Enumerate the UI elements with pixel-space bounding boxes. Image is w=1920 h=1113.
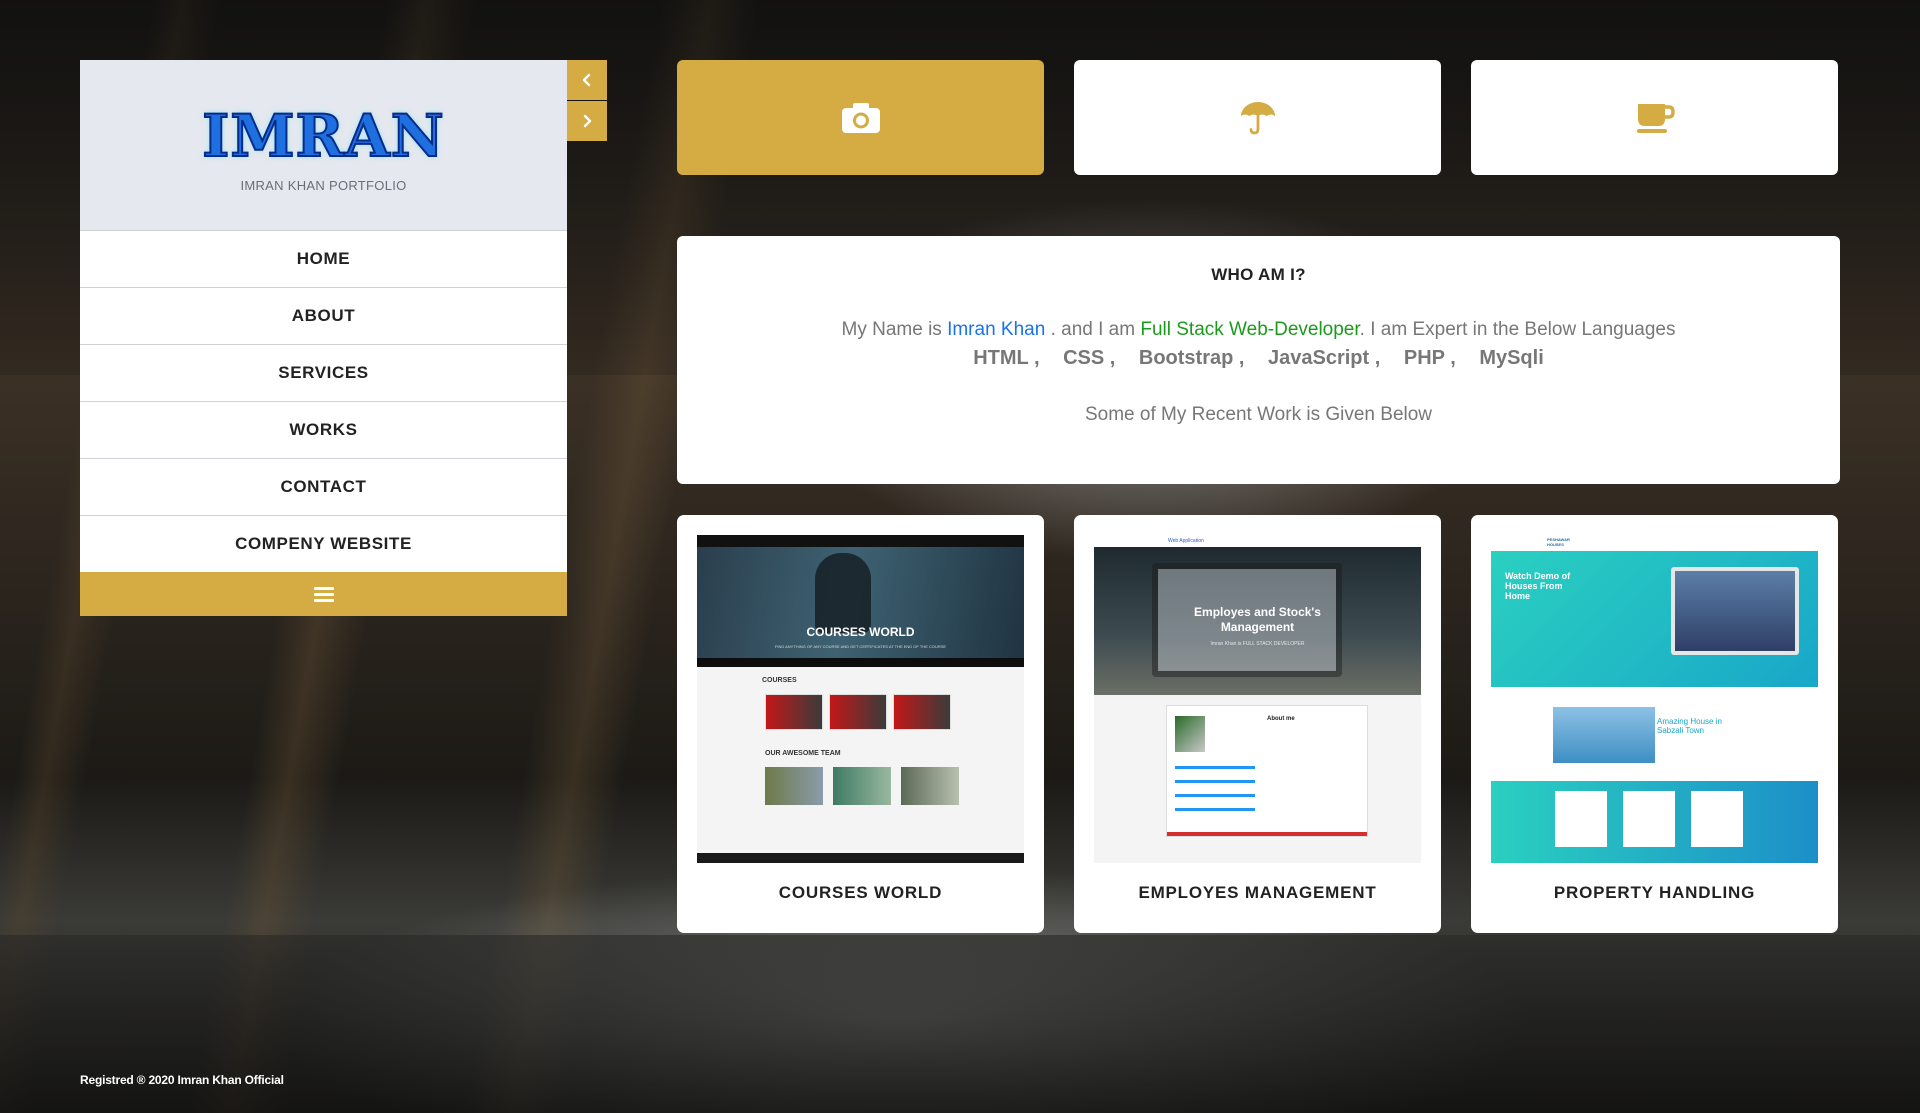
shot-about-photo	[1175, 716, 1205, 752]
chevron-left-icon	[582, 73, 591, 87]
logo[interactable]: IMRAN	[201, 101, 445, 171]
shot-hero: Employes and Stock's Management Imran Kh…	[1094, 547, 1421, 695]
shot-hero: COURSES WORLD FIND ANYTHING OF ANY COURS…	[697, 547, 1024, 667]
shot-section: Amazing House in Sabzali Town	[1491, 687, 1818, 783]
shot-hero-strip	[697, 658, 1024, 667]
shot-hero-caption: FIND ANYTHING OF ANY COURSE AND GET CERT…	[774, 644, 947, 649]
language-mysqli: MySqli	[1479, 347, 1544, 369]
work-screenshot-property-handling: PESHAWAR HOUSES Watch Demo of Houses Fro…	[1491, 535, 1818, 863]
shot-price-card	[1555, 791, 1607, 847]
intro-mid: . and I am	[1045, 319, 1141, 340]
work-screenshot-employes-management: Web Application Employes and Stock's Man…	[1094, 535, 1421, 863]
shot-footer-band	[1491, 781, 1818, 863]
author-role: Full Stack Web-Developer	[1140, 319, 1360, 340]
shot-course-thumbs	[765, 694, 1024, 730]
shot-progress-bar	[1175, 780, 1255, 783]
work-screenshot-courses-world: COURSES WORLD FIND ANYTHING OF ANY COURS…	[697, 535, 1024, 863]
intro-suffix: . I am Expert in the Below Languages	[1359, 319, 1676, 340]
nav-item-about[interactable]: ABOUT	[80, 287, 567, 344]
shot-footer-strip	[1167, 832, 1367, 836]
shot-course-thumb	[893, 694, 951, 730]
shot-about-title: About me	[1267, 716, 1295, 722]
language-php: PHP ,	[1403, 347, 1456, 369]
recent-work-text: Some of My Recent Work is Given Below	[1084, 404, 1433, 425]
menu-toggle-button[interactable]	[80, 572, 567, 616]
work-card-label: COURSES WORLD	[778, 883, 943, 902]
shot-section-image	[1553, 707, 1655, 763]
work-card-employes-management[interactable]: Web Application Employes and Stock's Man…	[1074, 515, 1441, 933]
nav-item-contact[interactable]: CONTACT	[80, 458, 567, 515]
language-javascript: JavaScript ,	[1268, 347, 1381, 369]
camera-icon	[841, 102, 880, 133]
about-intro: My Name is Imran Khan . and I am Full St…	[677, 319, 1840, 341]
shot-section-courses: COURSES	[762, 677, 797, 684]
shot-hero-house-image	[1671, 567, 1799, 655]
shot-section-title: Amazing House in Sabzali Town	[1657, 717, 1722, 735]
shot-team-thumb	[765, 767, 823, 805]
work-card-label: PROPERTY HANDLING	[1553, 883, 1756, 902]
sidebar: IMRAN IMRAN KHAN PORTFOLIO HOME ABOUT SE…	[80, 60, 567, 616]
language-list: HTML , CSS , Bootstrap , JavaScript , PH…	[677, 347, 1840, 370]
language-css: CSS ,	[1063, 347, 1116, 369]
shot-nav-title: Web Application	[1094, 535, 1421, 547]
intro-prefix: My Name is	[841, 319, 948, 340]
nav-item-services[interactable]: SERVICES	[80, 344, 567, 401]
shot-logo: PESHAWAR HOUSES	[1491, 535, 1570, 551]
shot-hero-caption: Imran Khan is FULL STACK DEVELOPER	[1210, 641, 1305, 647]
sidebar-next-button[interactable]	[567, 101, 607, 141]
shot-price-card	[1623, 791, 1675, 847]
shot-team-thumbs	[765, 767, 1024, 805]
brand-subtitle: IMRAN KHAN PORTFOLIO	[240, 177, 407, 193]
shot-footer	[697, 853, 1024, 863]
about-title: WHO AM I?	[1211, 265, 1306, 284]
tile-camera[interactable]	[677, 60, 1044, 175]
shot-about-box: About me	[1166, 705, 1368, 837]
tile-coffee[interactable]	[1471, 60, 1838, 175]
brand-header: IMRAN IMRAN KHAN PORTFOLIO	[80, 60, 567, 230]
shot-course-thumb	[765, 694, 823, 730]
footer-copyright: Registred ® 2020 Imran Khan Official	[80, 1073, 284, 1087]
shot-hero-figure	[815, 553, 871, 633]
background-band-bottom	[0, 935, 1920, 1113]
language-html: HTML ,	[973, 347, 1040, 369]
shot-course-thumb	[829, 694, 887, 730]
tile-umbrella[interactable]	[1074, 60, 1441, 175]
nav-item-works[interactable]: WORKS	[80, 401, 567, 458]
umbrella-icon	[1240, 101, 1275, 134]
shot-progress-bar	[1175, 794, 1255, 797]
nav-item-home[interactable]: HOME	[80, 230, 567, 287]
language-bootstrap: Bootstrap ,	[1138, 347, 1245, 369]
coffee-cup-icon	[1636, 103, 1675, 133]
shot-hero-title: Employes and Stock's Management	[1194, 605, 1321, 634]
main-nav: HOME ABOUT SERVICES WORKS CONTACT COMPEN…	[80, 230, 567, 572]
author-name: Imran Khan	[947, 319, 1046, 340]
shot-price-card	[1691, 791, 1743, 847]
work-card-label: EMPLOYES MANAGEMENT	[1138, 883, 1377, 902]
shot-team-thumb	[833, 767, 891, 805]
chevron-right-icon	[583, 114, 592, 128]
shot-hero: Watch Demo of Houses From Home	[1491, 551, 1818, 687]
work-card-property-handling[interactable]: PESHAWAR HOUSES Watch Demo of Houses Fro…	[1471, 515, 1838, 933]
about-panel: WHO AM I? My Name is Imran Khan . and I …	[677, 236, 1840, 484]
shot-topbar	[697, 535, 1024, 547]
shot-progress-bar	[1175, 808, 1255, 811]
shot-section-team: OUR AWESOME TEAM	[765, 750, 841, 757]
shot-hero-title: Watch Demo of Houses From Home	[1505, 571, 1571, 601]
sidebar-prev-button[interactable]	[567, 60, 607, 100]
work-card-courses-world[interactable]: COURSES WORLD FIND ANYTHING OF ANY COURS…	[677, 515, 1044, 933]
shot-hero-title: COURSES WORLD	[806, 625, 915, 639]
nav-item-company-website[interactable]: COMPENY WEBSITE	[80, 515, 567, 572]
hamburger-icon	[313, 586, 334, 602]
shot-team-thumb	[901, 767, 959, 805]
shot-progress-bar	[1175, 766, 1255, 769]
